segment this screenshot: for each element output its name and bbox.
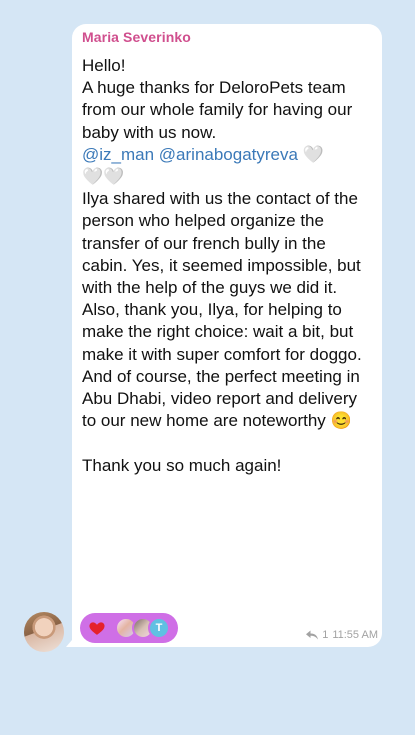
message-paragraph-3: And of course, the perfect meeting in Ab… [82,366,364,431]
mention-arinabogatyreva[interactable]: @arinabogatyreva [159,145,298,164]
sender-name[interactable]: Maria Severinko [82,29,191,45]
reaction-avatar-initial: T [148,617,170,639]
greeting-text: Hello! [82,56,126,75]
message-paragraph-2: Also, thank you, Ilya, for helping to ma… [82,300,362,364]
message-paragraph-1: Ilya shared with us the contact of the p… [82,189,366,298]
white-heart-emoji: 🤍 [302,144,324,164]
reaction-pill[interactable]: T [80,613,178,643]
mention-iz-man[interactable]: @iz_man [82,145,154,164]
message-text: Hello! A huge thanks for DeloroPets team… [82,55,374,477]
heart-icon [89,622,105,635]
white-hearts-emoji: 🤍🤍 [82,167,125,187]
reply-arrow-icon[interactable] [306,630,319,640]
reply-count[interactable]: 1 [322,629,328,641]
message-bubble[interactable]: Maria Severinko Hello! A huge thanks for… [72,24,382,647]
thanks-text: A huge thanks for DeloroPets team from o… [82,78,357,142]
message-time: 11:55 AM [332,629,378,641]
closing-text: Thank you so much again! [82,455,282,475]
message-meta: 1 11:55 AM [306,627,378,643]
sender-avatar[interactable] [24,612,64,652]
